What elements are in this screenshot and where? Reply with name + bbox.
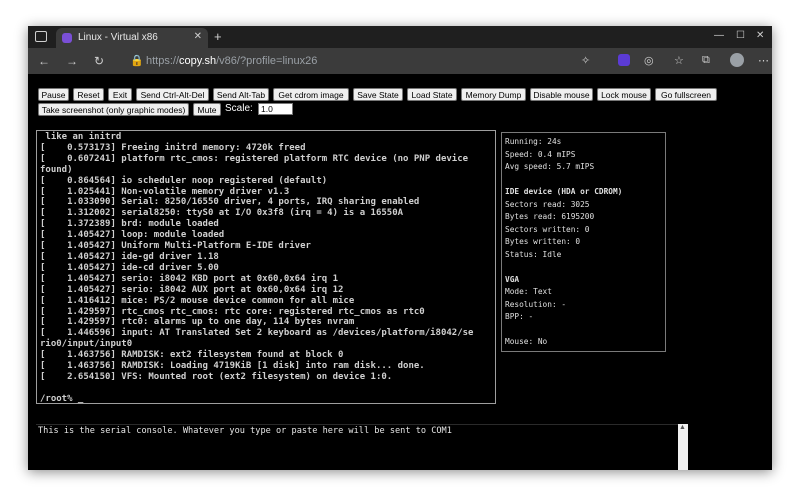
stat-sectors-read: Sectors read: 3025 (505, 199, 590, 209)
screen-line: [ 0.607241] platform rtc_cmos: registere… (40, 153, 469, 164)
screen-line: [ 1.405427] serio: i8042 AUX port at 0x6… (40, 284, 344, 295)
sync-icon[interactable]: ◎ (644, 54, 654, 67)
ide-heading: IDE device (HDA or CDROM) (505, 187, 623, 196)
screen-line: [ 2.654150] VFS: Mounted root (ext2 file… (40, 371, 393, 382)
screen-line: rio0/input/input0 (40, 339, 133, 350)
collections-icon[interactable]: ⧉ (702, 54, 710, 67)
memory-dump-button[interactable]: Memory Dump (461, 88, 526, 101)
stat-bytes-written: Bytes written: 0 (505, 237, 581, 246)
screen-line: /root% _ (40, 393, 84, 404)
stat-resolution: Resolution: - (505, 299, 567, 309)
screen-line: [ 1.312002] serial8250: ttyS0 at I/O 0x3… (40, 208, 404, 219)
close-tab-icon[interactable]: ✕ (194, 31, 202, 42)
serial-console-scrollbar[interactable]: ▲ (678, 424, 688, 470)
address-bar[interactable]: 🔒 https://copy.sh/v86/?profile=linux26 (124, 52, 594, 70)
send-alt-tab-button[interactable]: Send Alt-Tab (213, 88, 269, 101)
maximize-icon[interactable]: ☐ (736, 30, 745, 41)
screen-line: [ 1.405427] serio: i8042 KBD port at 0x6… (40, 273, 339, 284)
vm-text-screen[interactable]: like an initrd [ 0.573173] Freeing initr… (36, 130, 496, 404)
page-content: Pause Reset Exit Send Ctrl-Alt-Del Send … (28, 74, 772, 470)
stat-speed: Speed: 0.4 mIPS (505, 149, 576, 159)
exit-button[interactable]: Exit (108, 88, 132, 101)
screen-line: [ 1.429597] rtc0: alarms up to one day, … (40, 317, 355, 328)
screen-line: [ 1.033090] Serial: 8250/16550 driver, 4… (40, 197, 420, 208)
back-icon[interactable]: ← (38, 54, 50, 68)
reset-button[interactable]: Reset (73, 88, 104, 101)
screen-line: like an initrd (40, 132, 122, 142)
emulator-stats-panel: Running: 24s Speed: 0.4 mIPS Avg speed: … (501, 132, 666, 352)
mute-button[interactable]: Mute (193, 103, 221, 116)
stat-avg-speed: Avg speed: 5.7 mIPS (505, 162, 595, 171)
favorites-icon[interactable]: ☆ (674, 54, 684, 67)
stat-bytes-read: Bytes read: 6195200 (505, 212, 595, 221)
tab-actions-icon[interactable] (35, 31, 47, 42)
scroll-up-icon[interactable]: ▲ (679, 424, 686, 431)
stat-mouse: Mouse: No (505, 337, 548, 346)
screen-line: found) (40, 164, 73, 175)
screen-line: [ 1.446596] input: AT Translated Set 2 k… (40, 328, 474, 339)
screen-line: [ 1.405427] ide-gd driver 1.18 (40, 251, 219, 262)
vga-heading: VGA (505, 274, 520, 284)
screen-line: [ 1.463756] RAMDISK: Loading 4719KiB [1 … (40, 361, 425, 372)
address-text: https://copy.sh/v86/?profile=linux26 (146, 55, 317, 67)
screen-line: [ 1.405427] ide-cd driver 5.00 (40, 262, 219, 273)
send-ctrl-alt-del-button[interactable]: Send Ctrl-Alt-Del (136, 88, 209, 101)
close-window-icon[interactable]: ✕ (756, 30, 764, 41)
minimize-icon[interactable]: — (714, 30, 724, 41)
vm-screen-output: like an initrd [ 0.573173] Freeing initr… (37, 131, 495, 404)
reader-mode-icon[interactable]: ✧ (581, 54, 590, 67)
disable-mouse-button[interactable]: Disable mouse (530, 88, 593, 101)
screen-line: [ 1.372389] brd: module loaded (40, 219, 219, 230)
forward-icon[interactable]: → (66, 54, 78, 68)
address-scheme: https:// (146, 55, 180, 67)
stat-running: Running: 24s (505, 137, 562, 146)
serial-console-text: This is the serial console. Whatever you… (38, 426, 452, 436)
screen-line: [ 1.429597] rtc_cmos rtc_cmos: rtc core:… (40, 306, 425, 317)
scale-label: Scale: (225, 103, 253, 114)
address-path: /v86/?profile=linux26 (216, 55, 318, 67)
extension-icon[interactable] (618, 54, 630, 66)
new-tab-icon[interactable]: + (214, 29, 222, 44)
screen-line: [ 1.405427] Uniform Multi-Platform E-IDE… (40, 241, 311, 252)
load-state-button[interactable]: Load State (407, 88, 457, 101)
stat-sectors-written: Sectors written: 0 (505, 224, 590, 234)
get-cdrom-image-button[interactable]: Get cdrom image (273, 88, 349, 101)
tab-strip: Linux - Virtual x86 ✕ + — ☐ ✕ (28, 26, 772, 48)
stat-status: Status: Idle (505, 249, 562, 259)
go-fullscreen-button[interactable]: Go fullscreen (655, 88, 717, 101)
refresh-icon[interactable]: ↻ (94, 54, 104, 68)
stat-bpp: BPP: - (505, 312, 534, 321)
screen-line: [ 1.463756] RAMDISK: ext2 filesystem fou… (40, 350, 344, 361)
scale-input[interactable] (258, 103, 293, 115)
more-menu-icon[interactable]: ⋯ (758, 54, 769, 67)
save-state-button[interactable]: Save State (353, 88, 403, 101)
stat-mode: Mode: Text (505, 287, 552, 296)
screen-line: [ 1.405427] loop: module loaded (40, 230, 225, 241)
lock-icon: 🔒 (130, 55, 144, 67)
serial-console-textarea[interactable]: This is the serial console. Whatever you… (36, 424, 688, 470)
tab-linux-virtual-x86[interactable]: Linux - Virtual x86 ✕ (56, 28, 208, 48)
screen-line: [ 1.025441] Non-volatile memory driver v… (40, 186, 290, 197)
profile-avatar-icon[interactable] (730, 53, 744, 67)
browser-toolbar: ← → ↻ 🔒 https://copy.sh/v86/?profile=lin… (28, 48, 772, 74)
screen-line: [ 1.416412] mice: PS/2 mouse device comm… (40, 295, 355, 306)
favicon-icon (62, 33, 72, 43)
lock-mouse-button[interactable]: Lock mouse (597, 88, 651, 101)
screen-line: [ 0.573173] Freeing initrd memory: 4720k… (40, 142, 306, 153)
tab-title: Linux - Virtual x86 (78, 32, 158, 43)
screen-line: [ 0.864564] io scheduler noop registered… (40, 175, 328, 186)
take-screenshot-button[interactable]: Take screenshot (only graphic modes) (38, 103, 189, 116)
browser-window: Linux - Virtual x86 ✕ + — ☐ ✕ ← → ↻ 🔒 ht… (28, 26, 772, 470)
pause-button[interactable]: Pause (38, 88, 69, 101)
address-host: copy.sh (179, 55, 217, 67)
